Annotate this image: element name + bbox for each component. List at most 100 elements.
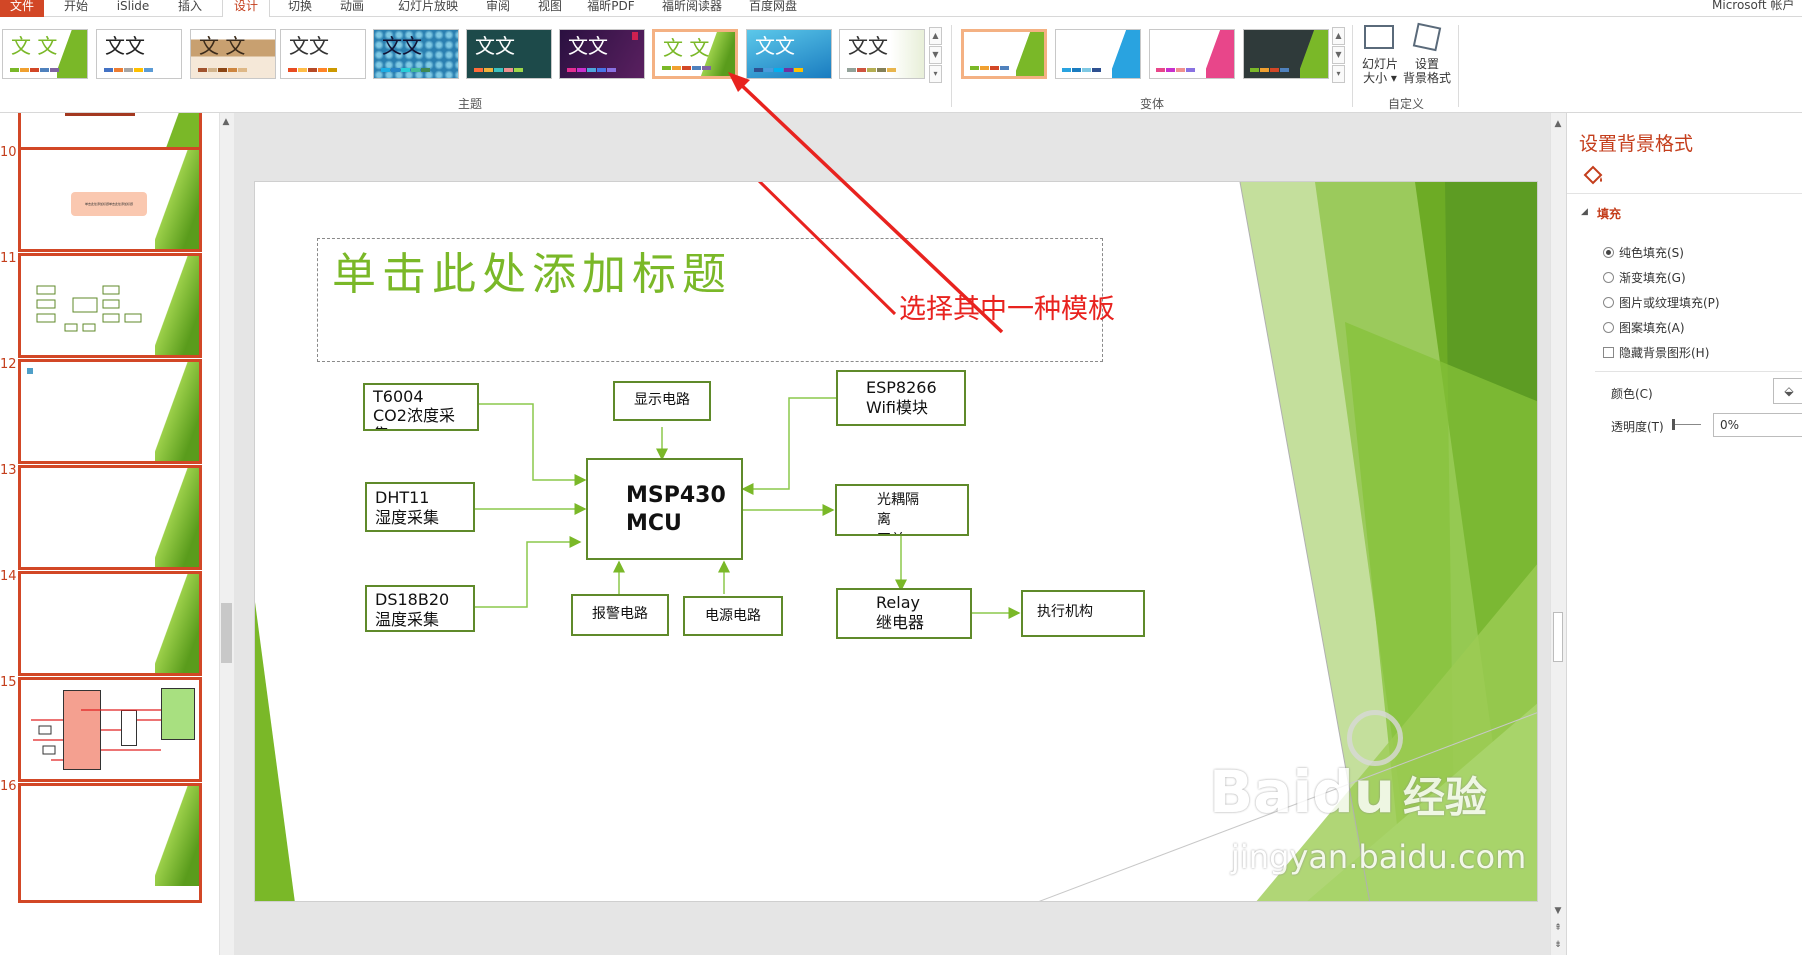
pane-title: 设置背景格式	[1579, 133, 1694, 155]
format-background-button[interactable]: 设置 背景格式	[1402, 22, 1452, 89]
section-collapse-icon[interactable]: ◢	[1581, 207, 1588, 217]
tab-foxit-reader[interactable]: 福昕阅读器	[654, 0, 730, 17]
tab-file[interactable]: 文件	[0, 0, 44, 17]
radio-picture-fill[interactable]	[1603, 297, 1614, 308]
variant-scroll-down[interactable]: ▼	[1332, 46, 1345, 64]
gallery-scroll-down[interactable]: ▼	[929, 46, 942, 64]
gallery-more[interactable]: ▾	[929, 65, 942, 83]
canvas-scroll-thumb[interactable]	[1553, 612, 1563, 662]
tab-animations[interactable]: 动画	[332, 0, 372, 17]
pane-divider	[1595, 371, 1802, 372]
group-label-customize: 自定义	[1387, 97, 1424, 111]
watermark-brand-part1: Bai	[1209, 758, 1313, 826]
variant-color-bars	[1156, 68, 1195, 72]
thumb-image	[65, 113, 135, 116]
checkbox-hide-bg[interactable]	[1603, 347, 1614, 358]
theme-thumb-10[interactable]: 文文	[839, 29, 925, 79]
variant-scroll-up[interactable]: ▲	[1332, 27, 1345, 45]
format-background-label-2: 背景格式	[1402, 71, 1451, 85]
format-background-pane: 设置背景格式 ◢ 填充 纯色填充(S) 渐变填充(G) 图片或纹理填充(P) 图…	[1566, 113, 1802, 955]
slide-size-button[interactable]: 幻灯片 大小 ▾	[1358, 23, 1402, 89]
thumbs-scroll-thumb[interactable]	[221, 603, 232, 663]
thumb-decor	[155, 574, 199, 673]
variant-1[interactable]	[961, 29, 1047, 79]
thumbs-scrollbar[interactable]	[219, 113, 234, 955]
slide-thumb-14[interactable]	[18, 571, 202, 676]
radio-gradient-fill[interactable]	[1603, 272, 1614, 283]
tab-home[interactable]: 开始	[56, 0, 96, 17]
variant-3[interactable]	[1149, 29, 1235, 79]
theme-decor	[57, 30, 87, 78]
theme-thumb-5[interactable]: 文文	[373, 29, 459, 79]
tab-foxit-pdf[interactable]: 福昕PDF	[580, 0, 642, 17]
theme-thumb-2[interactable]: 文文	[96, 29, 182, 79]
format-background-icon	[1412, 22, 1442, 52]
prev-slide-button[interactable]: ⇞	[1551, 921, 1565, 935]
label-pattern-fill[interactable]: 图案填充(A)	[1619, 319, 1685, 336]
thumbs-scroll-up[interactable]: ▲	[219, 115, 233, 129]
variant-4[interactable]	[1243, 29, 1329, 79]
slide-thumb-12[interactable]	[18, 359, 202, 464]
theme-color-bars	[10, 68, 60, 72]
variant-2[interactable]	[1055, 29, 1141, 79]
theme-thumb-9[interactable]: 文文	[746, 29, 832, 79]
tab-insert[interactable]: 插入	[170, 0, 210, 17]
tab-design[interactable]: 设计	[222, 0, 270, 17]
next-slide-button[interactable]: ⇟	[1551, 938, 1565, 952]
variant-decor	[1206, 30, 1234, 78]
canvas-scrollbar[interactable]	[1550, 113, 1566, 955]
transparency-input[interactable]: 0%	[1713, 413, 1802, 437]
theme-color-bars	[662, 66, 712, 70]
theme-color-bars	[198, 68, 248, 72]
canvas-scroll-up[interactable]: ▲	[1551, 117, 1565, 131]
theme-thumb-1[interactable]: 文 文	[2, 29, 88, 79]
ribbon-tab-bar: 文件 开始 iSlide 插入 设计 切换 动画 幻灯片放映 审阅 视图 福昕P…	[0, 0, 1802, 17]
label-hide-bg[interactable]: 隐藏背景图形(H)	[1619, 344, 1709, 361]
theme-thumb-3[interactable]: 文 文	[190, 29, 276, 79]
theme-thumb-6[interactable]: 文文	[466, 29, 552, 79]
theme-sample-text: 文文	[568, 34, 608, 58]
transparency-slider[interactable]	[1673, 424, 1701, 425]
tab-baidu-netdisk[interactable]: 百度网盘	[742, 0, 804, 17]
slide-thumb-16[interactable]	[18, 783, 202, 903]
radio-solid-fill[interactable]	[1603, 247, 1614, 258]
theme-thumb-7[interactable]: 文文	[559, 29, 645, 79]
fill-paint-bucket-icon[interactable]	[1581, 163, 1607, 187]
theme-thumb-8-selected[interactable]: 文 文	[652, 29, 738, 79]
watermark-brand: Baidu 经验	[1209, 758, 1487, 826]
section-fill-header[interactable]: 填充	[1597, 205, 1621, 222]
gallery-scroll-up[interactable]: ▲	[929, 27, 942, 45]
theme-color-bars	[474, 68, 524, 72]
tab-slideshow[interactable]: 幻灯片放映	[386, 0, 470, 17]
slide-number: 16	[0, 779, 17, 794]
radio-pattern-fill[interactable]	[1603, 322, 1614, 333]
slide[interactable]: 单击此处添加标题 选择其中一种模板 T6004 CO2浓度采集 显示	[254, 181, 1538, 902]
transparency-slider-handle[interactable]	[1672, 419, 1675, 430]
tab-transitions[interactable]: 切换	[280, 0, 320, 17]
color-picker-button[interactable]: ⬙	[1773, 378, 1802, 404]
account-label[interactable]: Microsoft 帐户	[1712, 0, 1802, 17]
variant-more[interactable]: ▾	[1332, 65, 1345, 83]
slide-editor-canvas[interactable]: 单击此处添加标题 选择其中一种模板 T6004 CO2浓度采集 显示	[234, 113, 1550, 955]
tab-review[interactable]: 审阅	[478, 0, 518, 17]
slide-thumb-13[interactable]	[18, 465, 202, 570]
label-gradient-fill[interactable]: 渐变填充(G)	[1619, 269, 1686, 286]
slide-size-label-2: 大小 ▾	[1363, 71, 1397, 85]
group-divider	[1458, 25, 1459, 107]
slide-thumb-11[interactable]	[18, 253, 202, 358]
theme-sample-text: 文 文	[11, 34, 58, 58]
label-solid-fill[interactable]: 纯色填充(S)	[1619, 244, 1684, 261]
theme-color-bars	[754, 68, 804, 72]
variant-decor	[1112, 30, 1140, 78]
tab-view[interactable]: 视图	[530, 0, 570, 17]
canvas-scroll-down[interactable]: ▼	[1551, 904, 1565, 918]
tab-islide[interactable]: iSlide	[110, 0, 156, 17]
slide-thumb-15[interactable]	[18, 677, 202, 782]
theme-color-bars	[288, 68, 338, 72]
slide-size-icon	[1364, 25, 1394, 49]
label-picture-fill[interactable]: 图片或纹理填充(P)	[1619, 294, 1720, 311]
theme-thumb-4[interactable]: 文文	[280, 29, 366, 79]
watermark-url: jingyan.baidu.com	[1231, 838, 1527, 876]
thumb-decor	[155, 786, 199, 886]
slide-thumb-10[interactable]: 单击此处添加标题单击此处添加标题	[18, 147, 202, 252]
